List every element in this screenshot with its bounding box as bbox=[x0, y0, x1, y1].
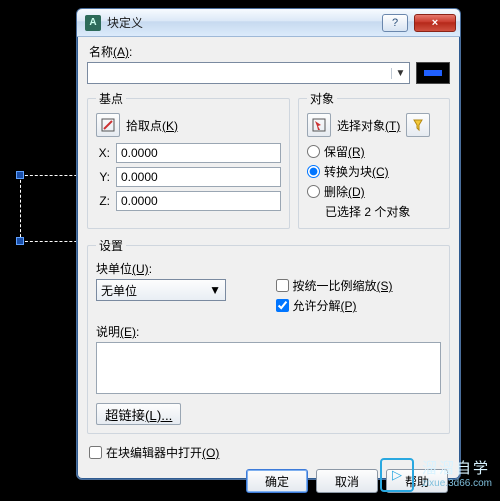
convert-radio[interactable]: 转换为块(C) bbox=[307, 163, 441, 180]
watermark-en: zixue.3d66.com bbox=[422, 478, 492, 489]
description-label: 说明(E): bbox=[96, 323, 441, 340]
window-title: 块定义 bbox=[107, 14, 376, 31]
name-input[interactable] bbox=[88, 64, 391, 82]
hyperlink-button[interactable]: 超链接(L)... bbox=[96, 403, 181, 425]
delete-radio[interactable]: 删除(D) bbox=[307, 183, 441, 200]
block-preview-swatch bbox=[416, 62, 450, 84]
pick-point-icon[interactable] bbox=[96, 113, 120, 137]
selection-status: 已选择 2 个对象 bbox=[325, 203, 441, 220]
pick-point-label: 拾取点(K) bbox=[126, 117, 178, 134]
x-input[interactable] bbox=[116, 143, 281, 163]
objects-legend: 对象 bbox=[307, 90, 337, 107]
play-icon: ▷ bbox=[380, 458, 414, 492]
select-objects-icon[interactable] bbox=[307, 113, 331, 137]
x-label: X: bbox=[96, 146, 110, 160]
name-label: 名称(A): bbox=[89, 43, 132, 60]
retain-radio[interactable]: 保留(R) bbox=[307, 143, 441, 160]
block-definition-dialog: A 块定义 ? × 名称(A): ▼ 基点 bbox=[76, 8, 461, 480]
grip-handle[interactable] bbox=[16, 237, 24, 245]
preview-shape bbox=[424, 70, 442, 76]
quickselect-icon[interactable] bbox=[406, 113, 430, 137]
z-label: Z: bbox=[96, 194, 110, 208]
unit-value: 无单位 bbox=[101, 282, 137, 299]
basepoint-legend: 基点 bbox=[96, 90, 126, 107]
chevron-down-icon[interactable]: ▼ bbox=[209, 283, 221, 297]
y-input[interactable] bbox=[116, 167, 281, 187]
unit-label: 块单位(U): bbox=[96, 260, 262, 277]
name-combobox[interactable]: ▼ bbox=[87, 62, 410, 84]
watermark: ▷ 溜溜自学 zixue.3d66.com bbox=[380, 458, 492, 492]
cancel-button[interactable]: 取消 bbox=[316, 469, 378, 493]
objects-group: 对象 选择对象(T) 保留(R) 转换为块(C) bbox=[298, 90, 450, 229]
titlebar-help-button[interactable]: ? bbox=[382, 14, 408, 32]
select-objects-label: 选择对象(T) bbox=[337, 117, 400, 134]
grip-handle[interactable] bbox=[16, 171, 24, 179]
ok-button[interactable]: 确定 bbox=[246, 469, 308, 493]
description-textarea[interactable] bbox=[96, 342, 441, 394]
allow-explode-checkbox[interactable]: 允许分解(P) bbox=[276, 297, 442, 314]
titlebar-close-button[interactable]: × bbox=[414, 14, 456, 32]
chevron-down-icon[interactable]: ▼ bbox=[391, 68, 409, 79]
watermark-cn: 溜溜自学 bbox=[422, 461, 492, 478]
app-icon: A bbox=[85, 15, 101, 31]
settings-group: 设置 块单位(U): 无单位 ▼ 按统一比例缩放(S) 允 bbox=[87, 237, 450, 434]
settings-legend: 设置 bbox=[96, 237, 126, 254]
unit-combobox[interactable]: 无单位 ▼ bbox=[96, 279, 226, 301]
y-label: Y: bbox=[96, 170, 110, 184]
z-input[interactable] bbox=[116, 191, 281, 211]
basepoint-group: 基点 拾取点(K) X: Y: bbox=[87, 90, 290, 229]
uniform-scale-checkbox[interactable]: 按统一比例缩放(S) bbox=[276, 277, 442, 294]
titlebar[interactable]: A 块定义 ? × bbox=[77, 9, 460, 37]
